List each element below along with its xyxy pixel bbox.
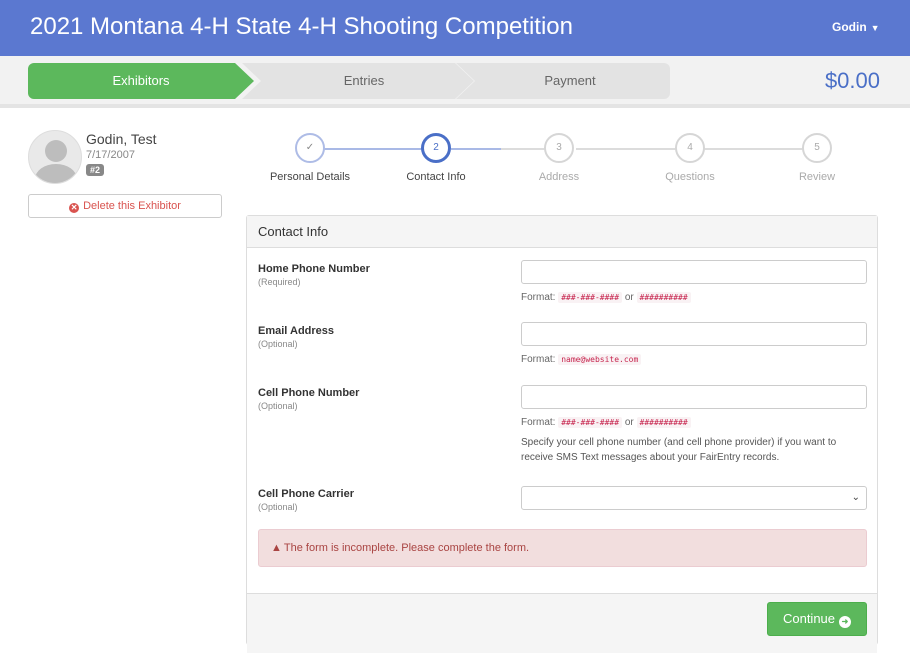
stepper-step-label: Review [798, 171, 836, 183]
app-header: 2021 Montana 4-H State 4-H Shooting Comp… [0, 0, 910, 56]
stepper-step-label: Questions [665, 171, 715, 183]
arrow-right-icon: ➜ [839, 616, 852, 628]
cell-carrier-optional-note: (Optional) [258, 502, 298, 512]
wizard-step-exhibitors[interactable]: Exhibitors [28, 63, 254, 99]
wizard-steps: Exhibitors Entries Payment [28, 63, 670, 99]
stepper-step-personal-details[interactable]: ✓ Personal Details [260, 133, 360, 183]
wizard-step-label: Payment [544, 73, 596, 88]
format-code: name@website.com [558, 354, 642, 365]
format-prefix: Format: [521, 417, 556, 428]
exhibitor-number-badge: #2 [86, 164, 105, 176]
format-code: ########## [636, 417, 691, 428]
avatar-body-shape [35, 164, 77, 183]
form-stepper: ✓ Personal Details 2 Contact Info 3 Addr… [246, 133, 886, 193]
sms-note: Specify your cell phone number (and cell… [521, 437, 837, 463]
format-or: or [624, 292, 634, 303]
avatar-head-shape [45, 140, 67, 162]
stepper-step-label: Personal Details [269, 171, 351, 183]
format-or: or [624, 417, 634, 428]
format-prefix: Format: [521, 292, 556, 303]
cell-phone-label: Cell Phone Number [258, 387, 360, 399]
delete-exhibitor-button[interactable]: ✕ Delete this Exhibitor [28, 194, 222, 218]
panel-footer: Continue ➜ [247, 593, 877, 653]
chevron-down-icon: ⌄ [851, 492, 860, 503]
home-phone-label: Home Phone Number [258, 263, 370, 275]
stepper-step-questions[interactable]: 4 Questions [640, 133, 740, 183]
stepper-step-number: 2 [421, 133, 451, 163]
cell-carrier-select[interactable]: ⌄ [521, 486, 867, 510]
cell-phone-input[interactable] [521, 385, 867, 409]
continue-label: Continue [782, 611, 836, 626]
avatar [28, 130, 82, 184]
stepper-step-address[interactable]: 3 Address [509, 133, 609, 183]
email-optional-note: (Optional) [258, 339, 298, 349]
page-title: 2021 Montana 4-H State 4-H Shooting Comp… [30, 13, 573, 40]
format-code: ###-###-#### [558, 417, 623, 428]
format-code: ###-###-#### [558, 292, 623, 303]
cell-phone-format-help: Format: ###-###-#### or ########## [521, 417, 691, 428]
exhibitor-dob: 7/17/2007 [86, 149, 135, 161]
format-code: ########## [636, 292, 691, 303]
continue-button[interactable]: Continue ➜ [767, 602, 867, 636]
stepper-step-number: 5 [802, 133, 832, 163]
user-menu[interactable]: Godin ▼ [832, 20, 880, 34]
stepper-step-label: Contact Info [406, 171, 466, 183]
format-prefix: Format: [521, 354, 556, 365]
panel-heading: Contact Info [247, 216, 877, 248]
email-label: Email Address [258, 325, 335, 337]
cell-phone-optional-note: (Optional) [258, 401, 298, 411]
home-phone-format-help: Format: ###-###-#### or ########## [521, 292, 691, 303]
wizard-bar: Exhibitors Entries Payment $0.00 [0, 56, 910, 108]
stepper-step-label: Address [538, 171, 580, 183]
email-format-help: Format: name@website.com [521, 354, 642, 365]
wizard-step-label: Entries [343, 73, 385, 88]
close-circle-icon: ✕ [69, 203, 80, 213]
wizard-step-entries[interactable]: Entries [242, 63, 474, 99]
home-phone-input[interactable] [521, 260, 867, 284]
warning-icon: ▲ [271, 542, 282, 554]
wizard-step-payment[interactable]: Payment [456, 63, 670, 99]
contact-info-panel: Contact Info Home Phone Number (Required… [246, 215, 878, 653]
email-field[interactable] [521, 322, 867, 346]
cell-carrier-label: Cell Phone Carrier [258, 488, 354, 500]
check-icon: ✓ [295, 133, 325, 163]
stepper-step-review[interactable]: 5 Review [767, 133, 867, 183]
stepper-step-number: 4 [675, 133, 705, 163]
stepper-step-contact-info[interactable]: 2 Contact Info [386, 133, 486, 183]
alert-message: The form is incomplete. Please complete … [283, 542, 530, 554]
wizard-step-label: Exhibitors [112, 73, 170, 88]
home-phone-required-note: (Required) [258, 277, 301, 287]
caret-down-icon: ▼ [870, 23, 880, 33]
delete-exhibitor-label: Delete this Exhibitor [83, 200, 181, 212]
exhibitor-name: Godin, Test [86, 131, 157, 147]
stepper-step-number: 3 [544, 133, 574, 163]
incomplete-form-alert: ▲ The form is incomplete. Please complete… [258, 529, 867, 567]
user-name: Godin [832, 20, 867, 34]
cart-total: $0.00 [824, 68, 880, 93]
